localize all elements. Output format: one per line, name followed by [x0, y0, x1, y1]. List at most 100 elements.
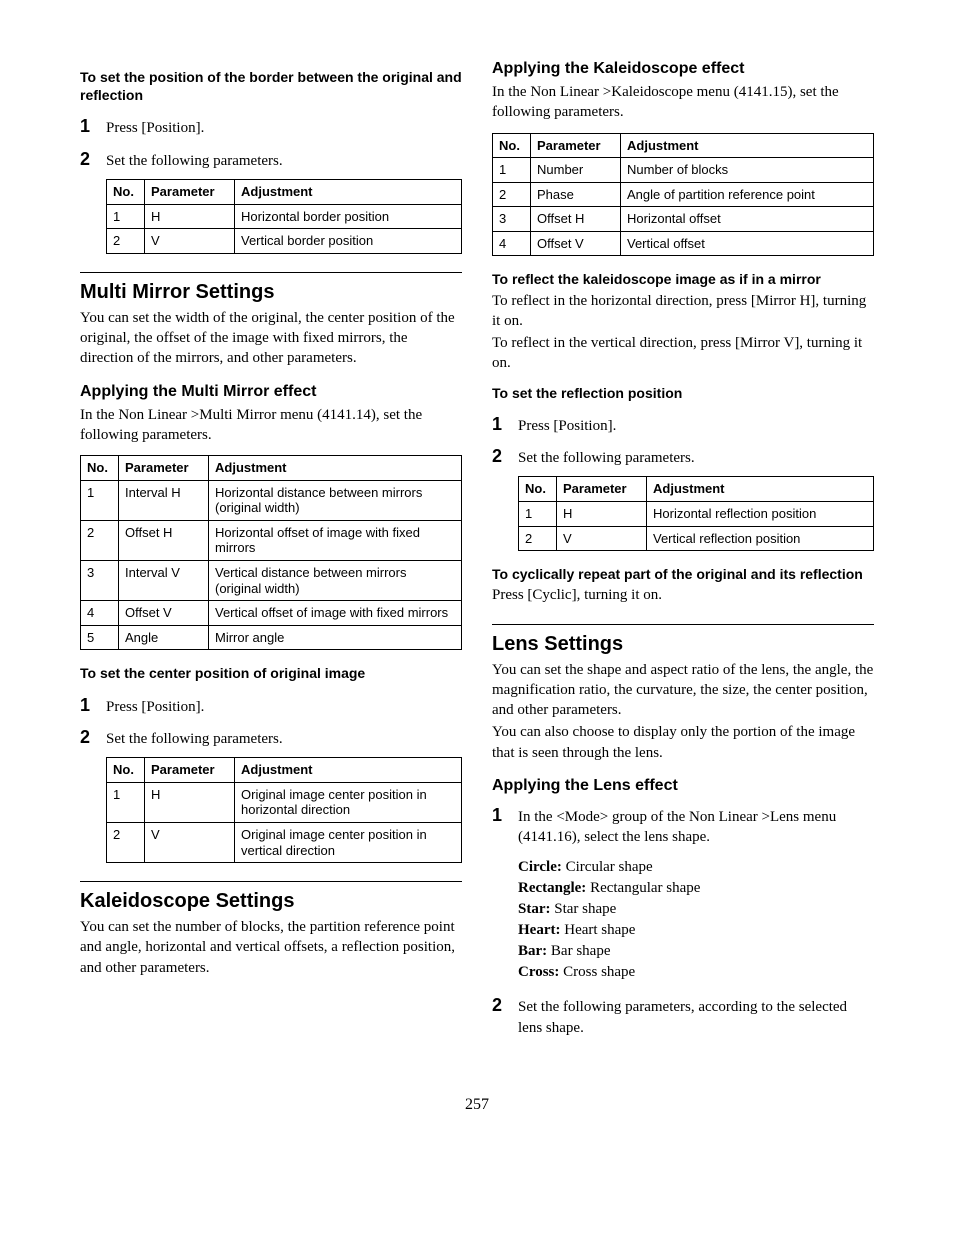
cell: Original image center position in horizo…: [235, 782, 462, 822]
kaleidoscope-table: No. Parameter Adjustment 1NumberNumber o…: [492, 133, 874, 257]
step-2: 2 Set the following parameters.: [80, 147, 462, 171]
lens-intro-2: You can also choose to display only the …: [492, 722, 874, 763]
cyclic-body: Press [Cyclic], turning it on.: [492, 585, 874, 605]
th-parameter: Parameter: [531, 133, 621, 158]
cell: Offset V: [531, 231, 621, 256]
shape-heart: Heart: Heart shape: [518, 920, 874, 941]
cell: 2: [107, 822, 145, 862]
cell: 2: [519, 526, 557, 551]
page-number: 257: [80, 1096, 874, 1114]
cell: Vertical reflection position: [647, 526, 874, 551]
multi-mirror-intro: You can set the width of the original, t…: [80, 308, 462, 369]
kaleidoscope-intro: You can set the number of blocks, the pa…: [80, 917, 462, 978]
heading-border-position: To set the position of the border betwee…: [80, 68, 462, 104]
cell: Horizontal distance between mirrors (ori…: [209, 480, 462, 520]
step-number: 1: [80, 693, 106, 717]
step-1: 1 Press [Position].: [492, 412, 874, 436]
shape-desc: Circular shape: [562, 859, 653, 875]
heading-lens: Lens Settings: [492, 624, 874, 656]
th-no: No.: [81, 456, 119, 481]
reflection-position-table: No. Parameter Adjustment 1HHorizontal re…: [518, 476, 874, 551]
table-row: 4Offset VVertical offset: [493, 231, 874, 256]
heading-reflection-position: To set the reflection position: [492, 384, 874, 402]
shape-star: Star: Star shape: [518, 899, 874, 920]
cell: Mirror angle: [209, 625, 462, 650]
table-header-row: No. Parameter Adjustment: [519, 477, 874, 502]
cell: Offset V: [119, 601, 209, 626]
cell: Horizontal offset: [621, 207, 874, 232]
cell: Original image center position in vertic…: [235, 822, 462, 862]
cell: Interval H: [119, 480, 209, 520]
table-row: 1HHorizontal reflection position: [519, 502, 874, 527]
shape-bar: Bar: Bar shape: [518, 941, 874, 962]
cell: 1: [493, 158, 531, 183]
cell: Interval V: [119, 560, 209, 600]
step-text: In the <Mode> group of the Non Linear >L…: [518, 807, 874, 848]
cell: H: [145, 782, 235, 822]
cell: V: [557, 526, 647, 551]
table-header-row: No. Parameter Adjustment: [107, 179, 462, 204]
shape-circle: Circle: Circular shape: [518, 857, 874, 878]
table-row: 2PhaseAngle of partition reference point: [493, 182, 874, 207]
lens-shape-list: Circle: Circular shape Rectangle: Rectan…: [518, 857, 874, 983]
cell: Horizontal offset of image with fixed mi…: [209, 520, 462, 560]
cell: Horizontal border position: [235, 204, 462, 229]
shape-desc: Heart shape: [560, 922, 635, 938]
step-1: 1 Press [Position].: [80, 693, 462, 717]
table-header-row: No. Parameter Adjustment: [107, 758, 462, 783]
right-column: Applying the Kaleidoscope effect In the …: [492, 60, 874, 1046]
step-number: 2: [492, 444, 518, 468]
th-parameter: Parameter: [557, 477, 647, 502]
table-row: 2Offset HHorizontal offset of image with…: [81, 520, 462, 560]
table-row: 1Interval HHorizontal distance between m…: [81, 480, 462, 520]
th-parameter: Parameter: [145, 758, 235, 783]
cell: H: [145, 204, 235, 229]
multi-mirror-table: No. Parameter Adjustment 1Interval HHori…: [80, 455, 462, 650]
table-row: 1NumberNumber of blocks: [493, 158, 874, 183]
th-parameter: Parameter: [119, 456, 209, 481]
shape-desc: Bar shape: [547, 943, 610, 959]
table-row: 2VVertical reflection position: [519, 526, 874, 551]
th-no: No.: [107, 758, 145, 783]
step-number: 1: [492, 803, 518, 827]
shape-label: Star:: [518, 901, 551, 917]
cell: 2: [107, 229, 145, 254]
th-no: No.: [107, 179, 145, 204]
step-text: Press [Position].: [518, 416, 874, 436]
cell: Offset H: [531, 207, 621, 232]
th-parameter: Parameter: [145, 179, 235, 204]
table-row: 3Offset HHorizontal offset: [493, 207, 874, 232]
th-adjustment: Adjustment: [209, 456, 462, 481]
th-no: No.: [519, 477, 557, 502]
table-row: 2 V Vertical border position: [107, 229, 462, 254]
cell: H: [557, 502, 647, 527]
table-row: 1HOriginal image center position in hori…: [107, 782, 462, 822]
apply-kaleido-intro: In the Non Linear >Kaleidoscope menu (41…: [492, 82, 874, 123]
cell: Vertical offset of image with fixed mirr…: [209, 601, 462, 626]
cell: 1: [81, 480, 119, 520]
th-adjustment: Adjustment: [235, 758, 462, 783]
cell: V: [145, 229, 235, 254]
left-column: To set the position of the border betwee…: [80, 60, 462, 1046]
table-header-row: No. Parameter Adjustment: [81, 456, 462, 481]
step-number: 2: [492, 993, 518, 1017]
cell: V: [145, 822, 235, 862]
step-2: 2 Set the following parameters.: [80, 725, 462, 749]
reflect-v-text: To reflect in the vertical direction, pr…: [492, 333, 874, 374]
step-number: 1: [492, 412, 518, 436]
heading-apply-lens: Applying the Lens effect: [492, 777, 874, 795]
cell: 2: [81, 520, 119, 560]
cell: 4: [493, 231, 531, 256]
shape-rectangle: Rectangle: Rectangular shape: [518, 878, 874, 899]
cell: Phase: [531, 182, 621, 207]
cell: Vertical border position: [235, 229, 462, 254]
step-number: 2: [80, 725, 106, 749]
step-text: Press [Position].: [106, 697, 462, 717]
shape-label: Circle:: [518, 859, 562, 875]
cell: Angle of partition reference point: [621, 182, 874, 207]
step-1: 1 Press [Position].: [80, 114, 462, 138]
step-text: Set the following parameters.: [518, 448, 874, 468]
cell: 3: [493, 207, 531, 232]
th-adjustment: Adjustment: [621, 133, 874, 158]
reflect-h-text: To reflect in the horizontal direction, …: [492, 291, 874, 332]
